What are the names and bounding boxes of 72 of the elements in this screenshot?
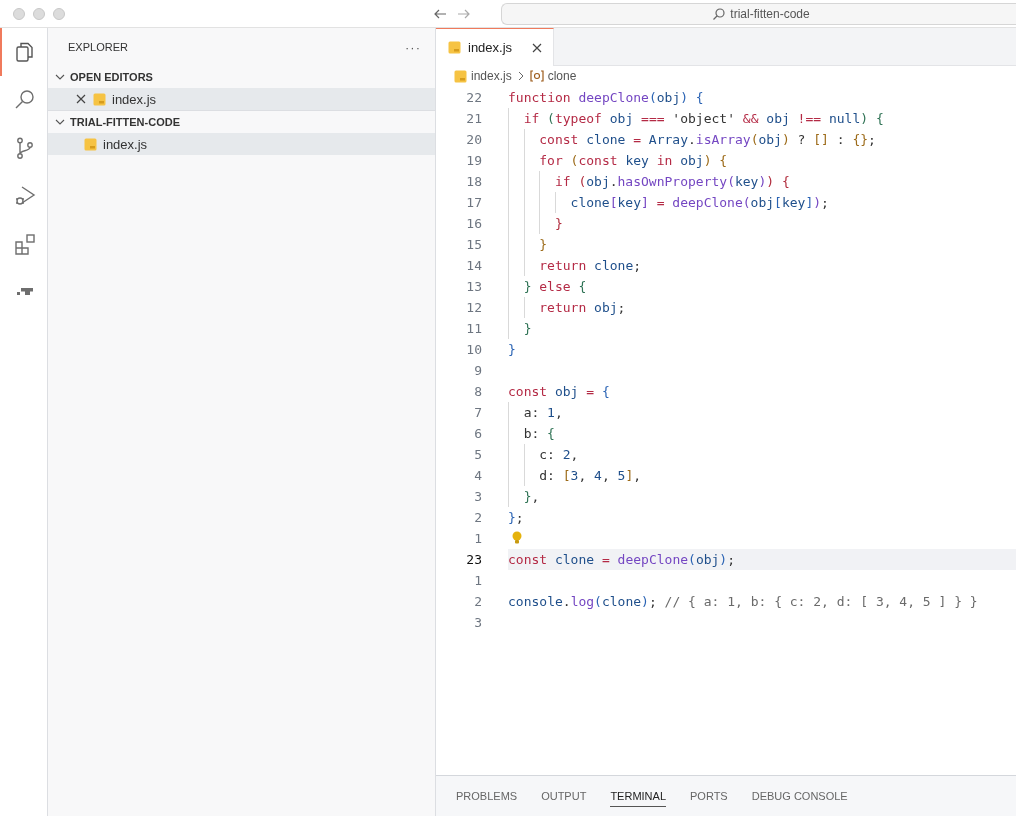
line-number: 12 [465, 299, 482, 317]
sidebar-title: EXPLORER [68, 41, 128, 53]
editor-tab[interactable]: index.js [436, 28, 555, 66]
js-file-icon [448, 41, 461, 54]
js-file-icon [93, 92, 106, 106]
js-file-icon [454, 69, 467, 83]
code-line: if (typeof obj === 'object' && obj !== null) { [523, 110, 884, 128]
line-number: 23 [465, 551, 482, 569]
more-actions-button[interactable]: ··· [405, 39, 421, 55]
lightbulb-icon[interactable] [511, 531, 523, 545]
line-number: 16 [465, 215, 482, 233]
code-line: d: [3, 4, 5], [539, 467, 642, 485]
code-line: c: 2, [539, 446, 579, 464]
line-number: 14 [465, 257, 482, 275]
line-number: 17 [465, 194, 482, 212]
breadcrumb-item[interactable]: index.js [471, 69, 512, 83]
variable-icon [529, 70, 544, 82]
line-number: 6 [473, 425, 482, 443]
line-number: 2 [473, 593, 482, 611]
file-item[interactable]: index.js [48, 88, 435, 110]
code-line: a: 1, [523, 404, 563, 422]
code-line: }, [523, 488, 540, 506]
line-number: 1 [473, 572, 482, 590]
code-line: if (obj.hasOwnProperty(key)) { [554, 173, 790, 191]
code-line: for (const key in obj) { [539, 152, 728, 170]
code-line: const obj = { [508, 383, 610, 401]
line-number: 13 [465, 278, 482, 296]
line-number: 9 [473, 362, 482, 380]
js-file-icon [84, 137, 97, 151]
search-icon [712, 6, 727, 21]
extensions-icon[interactable] [12, 232, 37, 256]
line-number: 20 [465, 131, 482, 149]
search-field[interactable]: trial-fitten-code [501, 2, 1016, 25]
code-line: function deepClone(obj) { [508, 89, 704, 107]
panel-tab[interactable]: PORTS [690, 785, 728, 807]
code-line: }; [508, 509, 524, 527]
code-line: return obj; [539, 299, 626, 317]
line-number: 3 [473, 614, 482, 632]
line-number: 19 [465, 152, 482, 170]
file-item[interactable]: index.js [48, 133, 435, 155]
line-number: 18 [465, 173, 482, 191]
panel-tab[interactable]: PROBLEMS [456, 785, 518, 807]
line-number: 5 [473, 446, 482, 464]
line-number: 1 [473, 530, 482, 548]
code-line: const clone = Array.isArray(obj) ? [] : {}; [539, 131, 876, 149]
line-number: 2 [473, 509, 482, 527]
line-number: 11 [465, 320, 482, 338]
code-line: } [508, 341, 516, 359]
code-line: } else { [523, 278, 587, 296]
panel-tab[interactable]: DEBUG CONSOLE [751, 785, 848, 807]
line-number: 10 [465, 341, 482, 359]
code-line: return clone; [539, 257, 642, 275]
close-icon[interactable] [75, 93, 87, 105]
code-line: console.log(clone); // { a: 1, b: { c: 2, d: [ 3, 4, 5 ] } } [508, 593, 978, 611]
line-number: 7 [473, 404, 482, 422]
code-line: clone[key] = deepClone(obj[key]); [570, 194, 829, 212]
line-number: 15 [465, 236, 482, 254]
line-number: 3 [473, 488, 482, 506]
line-number: 4 [473, 467, 482, 485]
code-line: } [539, 236, 548, 254]
section-title[interactable]: TRIAL-FITTEN-CODE [70, 116, 180, 128]
panel-tab[interactable]: TERMINAL [610, 785, 666, 807]
panel-tab[interactable]: OUTPUT [541, 785, 587, 807]
code-line: } [523, 320, 532, 338]
line-number: 21 [465, 110, 482, 128]
line-number: 22 [465, 89, 482, 107]
close-icon[interactable] [531, 41, 544, 54]
breadcrumb-item[interactable]: clone [547, 69, 577, 83]
line-number: 8 [473, 383, 482, 401]
code-line: b: { [523, 425, 555, 443]
code-line: } [554, 215, 563, 233]
section-title[interactable]: OPEN EDITORS [70, 71, 153, 83]
